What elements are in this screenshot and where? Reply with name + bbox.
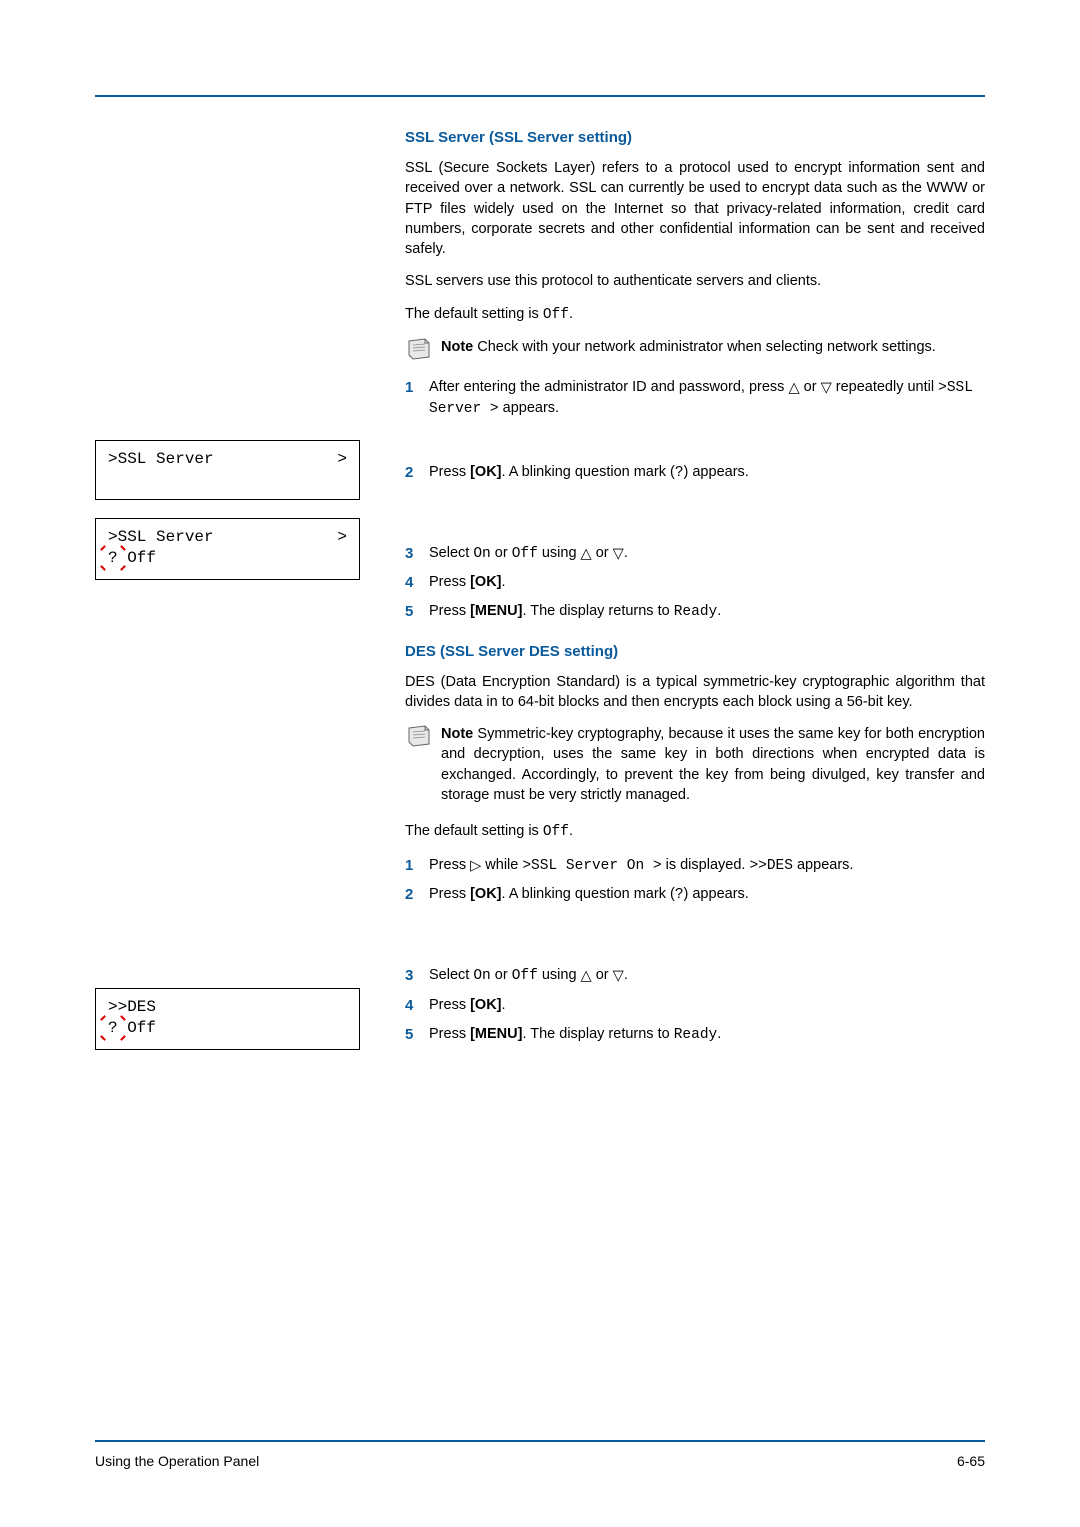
- step-4: 4 Press [OK].: [405, 572, 985, 593]
- lcd3-line1: >>DES: [108, 997, 347, 1018]
- note-des: Note Symmetric-key cryptography, because…: [405, 724, 985, 805]
- lcd1-left: >SSL Server: [108, 449, 214, 470]
- ssl-para2: SSL servers use this protocol to authent…: [405, 271, 985, 291]
- lcd2-left: >SSL Server: [108, 527, 214, 548]
- triangle-up-icon: △: [581, 966, 592, 986]
- step-3: 3 Select On or Off using △ or ▽.: [405, 543, 985, 564]
- page-footer: Using the Operation Panel 6-65: [95, 1440, 985, 1472]
- step-1: 1 After entering the administrator ID an…: [405, 377, 985, 420]
- des-para3: The default setting is Off.: [405, 821, 985, 842]
- lcd2-line2: ? Off: [108, 548, 347, 569]
- triangle-right-icon: ▷: [470, 856, 481, 876]
- note-label: Note: [441, 339, 473, 355]
- step-5: 5 Press [MENU]. The display returns to R…: [405, 601, 985, 622]
- heading-des: DES (SSL Server DES setting): [405, 641, 985, 662]
- note-icon: [405, 337, 433, 361]
- lcd1-right: >: [337, 449, 347, 470]
- triangle-down-icon: ▽: [613, 544, 624, 564]
- triangle-down-icon: ▽: [821, 378, 832, 398]
- step-4: 4 Press [OK].: [405, 995, 985, 1016]
- lcd2-right: >: [337, 527, 347, 548]
- step-2: 2 Press [OK]. A blinking question mark (…: [405, 462, 985, 483]
- footer-right: 6-65: [957, 1452, 985, 1472]
- triangle-up-icon: △: [581, 544, 592, 564]
- step-3: 3 Select On or Off using △ or ▽.: [405, 965, 985, 986]
- content-area: >SSL Server > >SSL Server > ? Off >>DES: [95, 127, 985, 1068]
- step-1: 1 Press ▷ while >SSL Server On > is disp…: [405, 855, 985, 876]
- step-5: 5 Press [MENU]. The display returns to R…: [405, 1024, 985, 1045]
- left-column: >SSL Server > >SSL Server > ? Off >>DES: [95, 127, 385, 1068]
- ssl-para3: The default setting is Off.: [405, 304, 985, 325]
- lcd-des-off: >>DES ? Off: [95, 988, 360, 1050]
- top-rule: [95, 95, 985, 97]
- note-label: Note: [441, 726, 473, 742]
- footer-left: Using the Operation Panel: [95, 1452, 259, 1472]
- heading-ssl-server: SSL Server (SSL Server setting): [405, 127, 985, 148]
- lcd-ssl-server-off: >SSL Server > ? Off: [95, 518, 360, 580]
- triangle-down-icon: ▽: [613, 966, 624, 986]
- steps-ssl: 1 After entering the administrator ID an…: [405, 377, 985, 622]
- ssl-para1: SSL (Secure Sockets Layer) refers to a p…: [405, 158, 985, 259]
- steps-des: 1 Press ▷ while >SSL Server On > is disp…: [405, 855, 985, 1045]
- right-column: SSL Server (SSL Server setting) SSL (Sec…: [405, 127, 985, 1068]
- note-ssl: Note Check with your network administrat…: [405, 337, 985, 361]
- des-para1: DES (Data Encryption Standard) is a typi…: [405, 672, 985, 713]
- note-icon: [405, 724, 433, 748]
- triangle-up-icon: △: [788, 378, 799, 398]
- lcd3-line2: ? Off: [108, 1018, 347, 1039]
- lcd-ssl-server: >SSL Server >: [95, 440, 360, 500]
- step-2: 2 Press [OK]. A blinking question mark (…: [405, 884, 985, 905]
